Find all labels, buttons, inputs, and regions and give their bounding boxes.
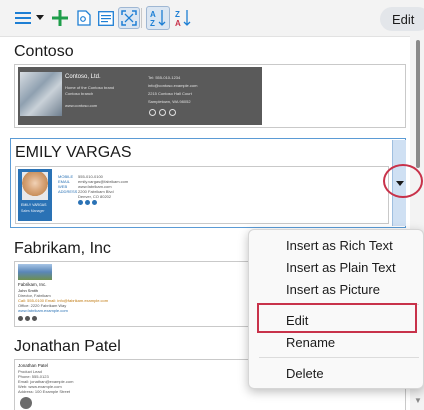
scroll-down-icon[interactable]: ▼ bbox=[413, 396, 423, 406]
document-icon[interactable] bbox=[74, 7, 94, 29]
emily-card-title: Sales Manager bbox=[21, 209, 45, 213]
annotation-ring bbox=[383, 164, 423, 198]
contact-label: ADDRESS bbox=[58, 189, 78, 194]
add-icon[interactable] bbox=[50, 7, 70, 29]
toolbar: AZ ZA Edit bbox=[0, 0, 424, 36]
facebook-icon bbox=[78, 200, 83, 205]
edit-button[interactable]: Edit bbox=[380, 7, 424, 31]
fit-icon[interactable] bbox=[118, 7, 140, 29]
signature-name: EMILY VARGAS bbox=[15, 144, 132, 161]
contoso-contact: 2215 Contoso Hall Court bbox=[148, 91, 192, 96]
signature-preview-emily: EMILY VARGAS Sales Manager MOBILE EMAIL … bbox=[15, 166, 389, 224]
jonathan-line: Jonathan Patel bbox=[18, 363, 49, 368]
profile-photo bbox=[22, 172, 48, 200]
twitter-icon bbox=[159, 109, 166, 116]
twitter-icon bbox=[85, 200, 90, 205]
preview-icon[interactable] bbox=[96, 7, 116, 29]
linkedin-icon bbox=[32, 316, 37, 321]
fabrikam-logo bbox=[18, 264, 52, 280]
linkedin-icon bbox=[92, 200, 97, 205]
fabrikam-line: Fabrikam, Inc. bbox=[18, 282, 47, 287]
emily-card-panel: EMILY VARGAS Sales Manager bbox=[18, 169, 52, 221]
emily-card-name: EMILY VARGAS bbox=[21, 203, 47, 207]
contoso-company: Contoso, Ltd. bbox=[65, 74, 101, 80]
contoso-card: Contoso, Ltd. Home of the Contoso brand … bbox=[18, 67, 262, 125]
building-image bbox=[20, 72, 62, 116]
svg-text:Z: Z bbox=[150, 19, 155, 27]
linkedin-icon bbox=[169, 109, 176, 116]
social-icons bbox=[18, 316, 37, 321]
menu-item-insert-plain-text[interactable]: Insert as Plain Text bbox=[249, 257, 424, 279]
contact-value: Denver, CO 80202 bbox=[78, 194, 112, 199]
jonathan-line: Address: 100 Example Street bbox=[18, 389, 71, 394]
signature-name: Fabrikam, Inc bbox=[14, 240, 111, 257]
contoso-contact: Tel: 555-010-1234 bbox=[148, 75, 181, 80]
svg-text:Z: Z bbox=[175, 10, 180, 19]
svg-text:A: A bbox=[150, 10, 156, 19]
signature-name: Jonathan Patel bbox=[14, 338, 121, 355]
signature-preview-contoso[interactable]: Contoso, Ltd. Home of the Contoso brand … bbox=[14, 64, 406, 128]
dropdown-arrow-icon[interactable] bbox=[34, 7, 46, 29]
facebook-icon bbox=[149, 109, 156, 116]
toolbar-separator bbox=[141, 8, 142, 28]
sort-za-icon[interactable]: ZA bbox=[172, 7, 194, 29]
menu-item-rename[interactable]: Rename bbox=[249, 332, 424, 354]
menu-item-insert-picture[interactable]: Insert as Picture bbox=[249, 279, 424, 301]
contoso-line: www.contoso.com bbox=[65, 103, 98, 108]
twitter-icon bbox=[25, 316, 30, 321]
list-menu-icon[interactable] bbox=[12, 7, 34, 29]
avatar bbox=[20, 397, 32, 409]
facebook-icon bbox=[18, 316, 23, 321]
contoso-line: Contoso branch bbox=[65, 91, 94, 96]
sort-az-icon[interactable]: AZ bbox=[146, 6, 170, 30]
contoso-contact: info@contoso.example.com bbox=[148, 83, 198, 88]
contoso-line: Home of the Contoso brand bbox=[65, 85, 115, 90]
signature-item-selected[interactable]: EMILY VARGAS EMILY VARGAS Sales Manager … bbox=[10, 138, 406, 228]
menu-item-insert-rich-text[interactable]: Insert as Rich Text bbox=[249, 235, 424, 257]
menu-separator bbox=[259, 357, 419, 358]
annotation-highlight-edit bbox=[257, 303, 417, 333]
fabrikam-line: www.fabrikam.example.com bbox=[18, 308, 68, 313]
social-icons bbox=[78, 200, 97, 205]
contoso-contact: Sampletown, WA 98052 bbox=[148, 99, 191, 104]
menu-item-delete[interactable]: Delete bbox=[249, 363, 424, 385]
social-icons bbox=[149, 109, 176, 116]
svg-text:A: A bbox=[175, 19, 181, 27]
signature-name: Contoso bbox=[14, 43, 74, 60]
scrollbar-thumb[interactable] bbox=[416, 40, 420, 168]
